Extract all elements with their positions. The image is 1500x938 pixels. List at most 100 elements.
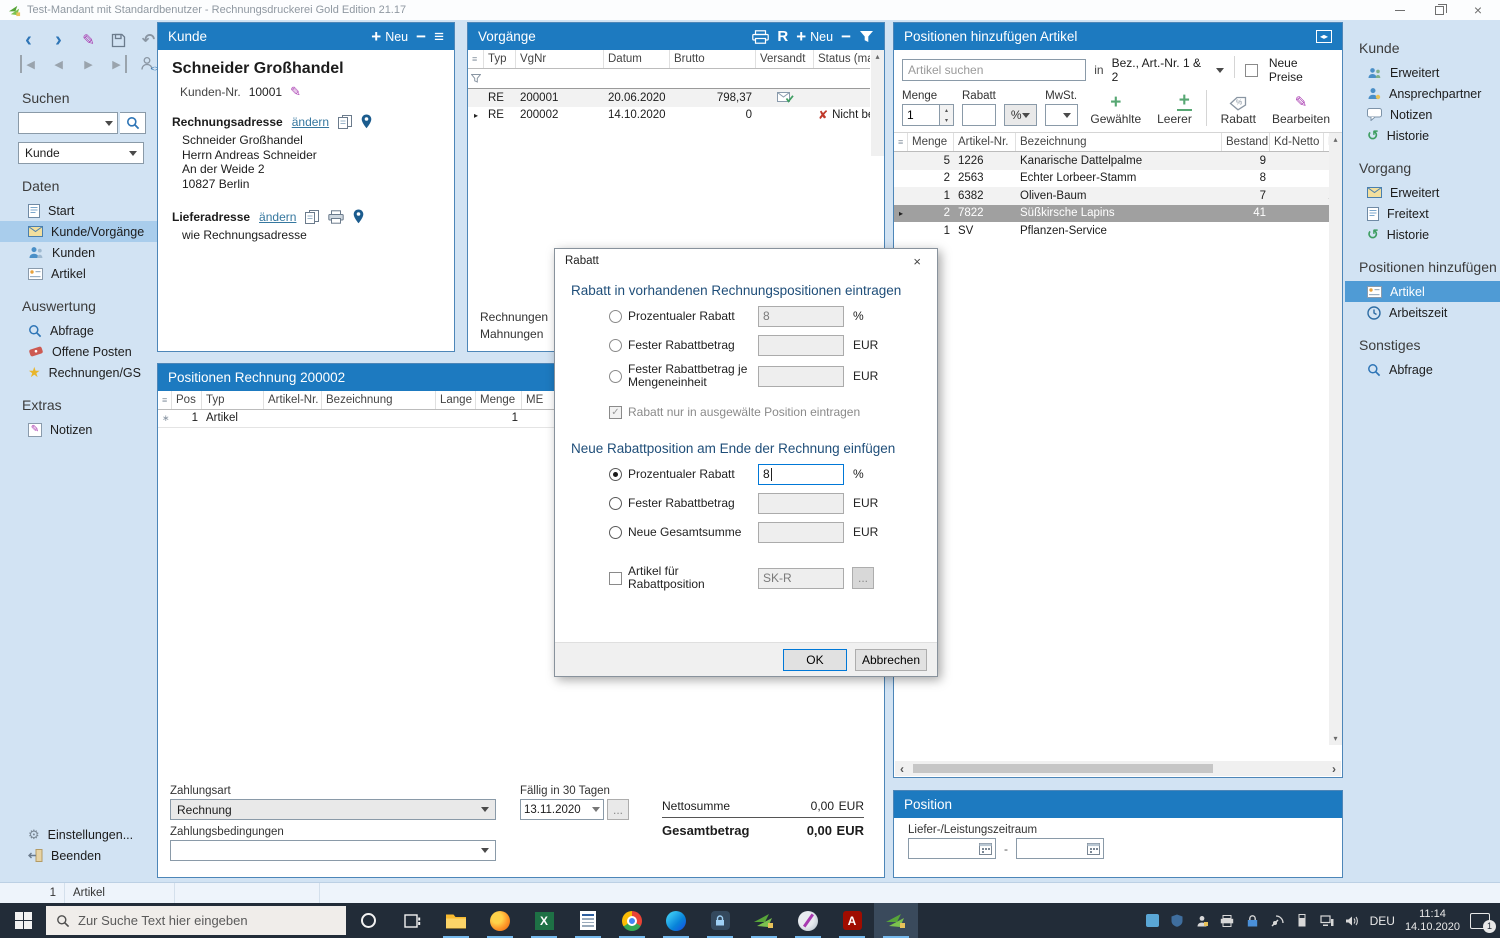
artikel-row[interactable]: 22563Echter Lorbeer-Stamm8	[894, 170, 1329, 188]
collapse-icon[interactable]: −	[841, 27, 851, 47]
chrome-icon[interactable]	[610, 903, 654, 938]
next-record-icon[interactable]: ▶	[80, 55, 97, 73]
file-explorer-icon[interactable]	[434, 903, 478, 938]
collapse-icon[interactable]: −	[416, 27, 426, 47]
write-icon[interactable]	[566, 903, 610, 938]
sidebar-item-rechnungen-gs[interactable]: ★ Rechnungen/GS	[0, 362, 157, 383]
notification-center-icon[interactable]: 1	[1470, 913, 1490, 929]
rsb-item-notizen[interactable]: Notizen	[1345, 104, 1500, 125]
tray-volume-icon[interactable]	[1345, 913, 1360, 928]
col-bezeichnung[interactable]: Bezeichnung	[322, 391, 436, 409]
col-pos[interactable]: Pos	[172, 391, 202, 409]
col-typ[interactable]: Typ	[484, 50, 516, 68]
radio-row-fester-je-me[interactable]: Fester Rabattbetrag je Mengeneinheit EUR	[609, 363, 921, 389]
radio-icon[interactable]	[609, 370, 622, 383]
cortana-icon[interactable]	[346, 903, 390, 938]
copy-icon[interactable]	[305, 210, 319, 224]
map-pin-icon[interactable]	[353, 209, 364, 224]
undo-icon[interactable]: ↶	[140, 31, 157, 49]
tray-lock-icon[interactable]	[1245, 913, 1260, 928]
keepass-icon[interactable]	[698, 903, 742, 938]
bearbeiten-button[interactable]: ✎ Bearbeiten	[1268, 93, 1334, 126]
kunde-neu-button[interactable]: +Neu	[371, 30, 408, 44]
dialog-close-icon[interactable]: ×	[907, 254, 927, 269]
rabatt-button[interactable]: % Rabatt	[1217, 96, 1260, 126]
artikel-search-input[interactable]	[902, 59, 1086, 81]
acrobat-icon[interactable]: A	[830, 903, 874, 938]
artikel-row[interactable]: 16382Oliven-Baum713	[894, 187, 1329, 205]
rsb-item-erweitert-vorgang[interactable]: Erweitert	[1345, 182, 1500, 203]
search-type-select[interactable]: Kunde	[18, 142, 144, 164]
rabatt-input[interactable]	[962, 104, 996, 126]
artikel-browse-button[interactable]: ...	[852, 567, 874, 589]
save-icon[interactable]	[110, 31, 127, 49]
col-menge[interactable]: Menge	[908, 133, 954, 151]
language-indicator[interactable]: DEU	[1370, 914, 1395, 928]
col-typ[interactable]: Typ	[202, 391, 264, 409]
cancel-button[interactable]: Abbrechen	[855, 649, 927, 671]
firefox-icon[interactable]	[478, 903, 522, 938]
faellig-date-select[interactable]: 13.11.2020	[520, 799, 604, 820]
col-bezeichnung[interactable]: Bezeichnung	[1016, 133, 1222, 151]
last-record-icon[interactable]: ▶	[110, 55, 127, 73]
rechnungen-link[interactable]: Rechnungen	[480, 309, 548, 326]
radio-row-gesamtsumme[interactable]: Neue Gesamtsumme EUR	[609, 521, 921, 543]
radio-icon[interactable]	[609, 526, 622, 539]
gewaehlte-button[interactable]: + Gewählte	[1086, 94, 1145, 126]
tray-user-icon[interactable]	[1195, 913, 1210, 928]
rsb-item-artikel[interactable]: Artikel	[1345, 281, 1500, 302]
report-icon[interactable]: R	[777, 28, 788, 45]
vorgaenge-filter-row[interactable]	[468, 69, 870, 89]
col-versandt[interactable]: Versandt	[756, 50, 814, 68]
rsb-item-abfrage[interactable]: Abfrage	[1345, 359, 1500, 380]
search-button[interactable]	[120, 112, 146, 134]
settings-button[interactable]: ⚙ Einstellungen...	[0, 824, 157, 845]
aendern-link[interactable]: ändern	[292, 115, 329, 129]
col-bestand[interactable]: Bestand	[1222, 133, 1270, 151]
print-icon[interactable]	[752, 30, 769, 44]
rsb-item-historie-vorgang[interactable]: ↺ Historie	[1345, 224, 1500, 245]
zeitraum-von-input[interactable]	[908, 838, 996, 859]
forward-icon[interactable]: ›	[50, 31, 67, 49]
ok-button[interactable]: OK	[783, 649, 847, 671]
radio-icon[interactable]	[609, 339, 622, 352]
minimize-icon[interactable]	[1395, 10, 1405, 11]
checkbox-icon[interactable]: ✘✓	[609, 406, 622, 419]
sidebar-item-abfrage[interactable]: Abfrage	[0, 320, 157, 341]
col-artikelnr[interactable]: Artikel-Nr.	[954, 133, 1016, 151]
checkbox-row-nur-ausgewaehlte[interactable]: ✘✓ Rabatt nur in ausgewälte Position ein…	[609, 401, 921, 423]
radio-row-prozentual-2[interactable]: Prozentualer Rabatt 8 %	[609, 463, 921, 485]
filter-icon[interactable]	[859, 30, 874, 43]
artikel-scrollbar[interactable]: ▴ ▾	[1329, 133, 1342, 745]
zahlungsbedingungen-select[interactable]	[170, 840, 496, 861]
zeitraum-bis-input[interactable]	[1016, 838, 1104, 859]
vorgang-neu-button[interactable]: +Neu	[796, 30, 833, 44]
col-me[interactable]: ME	[522, 391, 556, 409]
task-view-icon[interactable]	[390, 903, 434, 938]
sidebar-item-kunden[interactable]: Kunden	[0, 242, 157, 263]
sidebar-item-kunde-vorgaenge[interactable]: Kunde/Vorgänge	[0, 221, 157, 242]
mwst-select[interactable]	[1045, 104, 1078, 126]
radio-selected-icon[interactable]	[609, 468, 622, 481]
edge-icon[interactable]	[654, 903, 698, 938]
col-menge[interactable]: Menge	[476, 391, 522, 409]
printer-icon[interactable]	[328, 210, 344, 224]
restore-icon[interactable]	[1435, 6, 1444, 15]
col-langeb[interactable]: Lange B	[436, 391, 476, 409]
design-app-icon[interactable]	[786, 903, 830, 938]
sidebar-item-notizen[interactable]: ✎ Notizen	[0, 419, 157, 440]
quit-button[interactable]: Beenden	[0, 845, 157, 866]
radio-row-fester-1[interactable]: Fester Rabattbetrag EUR	[609, 334, 921, 356]
rsb-item-historie-kunde[interactable]: ↺ Historie	[1345, 125, 1500, 146]
col-status[interactable]: Status (man	[814, 50, 870, 68]
first-record-icon[interactable]: ◀	[20, 55, 37, 73]
close-icon[interactable]: ×	[1474, 5, 1482, 15]
map-pin-icon[interactable]	[361, 114, 372, 129]
menge-spinner[interactable]: ▴▾	[940, 104, 954, 126]
sidebar-item-offene-posten[interactable]: Offene Posten	[0, 341, 157, 362]
zahlungsart-select[interactable]: Rechnung	[170, 799, 496, 820]
edit-kundennr-icon[interactable]: ✎	[290, 84, 301, 100]
checkbox-row-artikel-rabattposition[interactable]: Artikel für Rabattposition SK-R ...	[609, 565, 921, 591]
radio-icon[interactable]	[609, 497, 622, 510]
rsb-item-ansprechpartner[interactable]: Ansprechpartner	[1345, 83, 1500, 104]
